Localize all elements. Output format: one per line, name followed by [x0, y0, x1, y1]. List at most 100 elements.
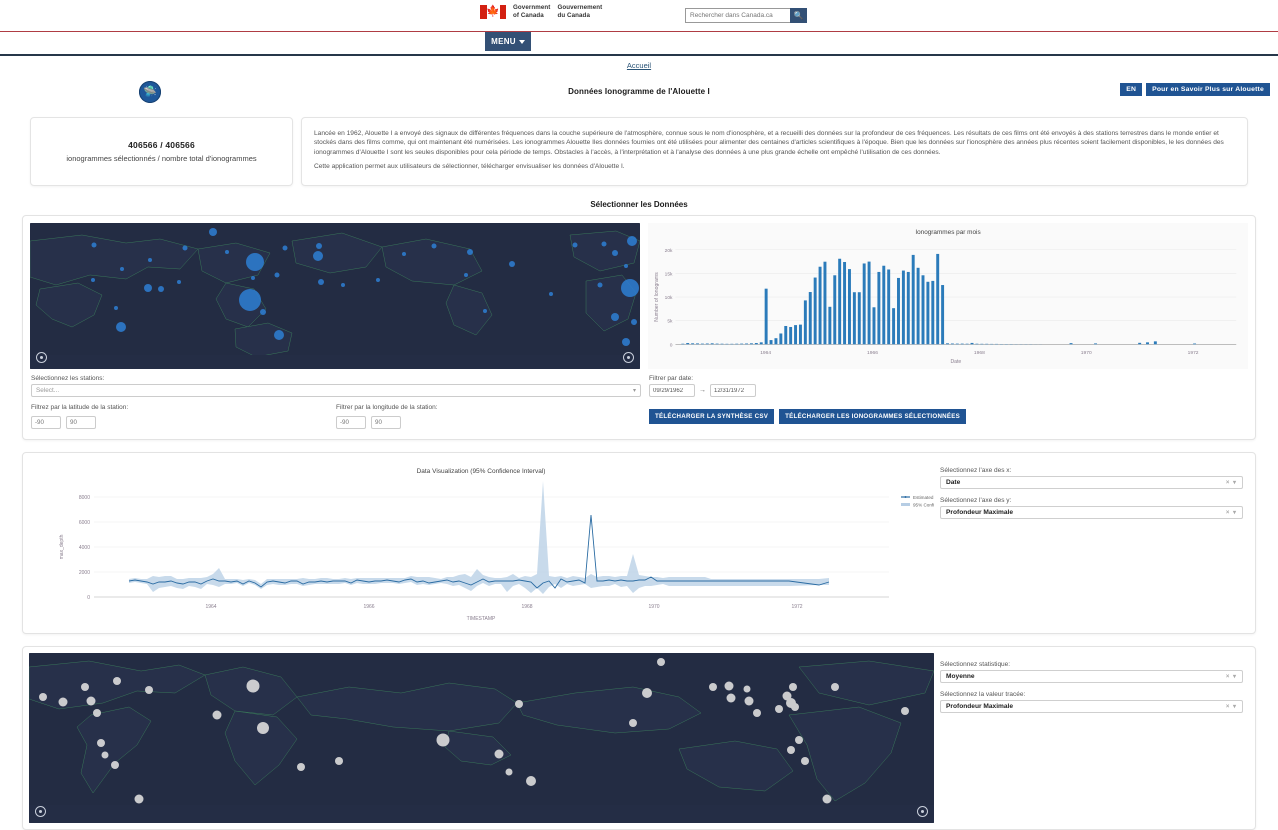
wordmark-english: Government of Canada	[513, 4, 550, 19]
chevron-down-icon: × ▾	[1226, 673, 1237, 680]
chevron-down-icon: × ▾	[1226, 479, 1237, 486]
y-axis-select[interactable]: Profondeur Maximale × ▾	[940, 506, 1243, 519]
download-ionograms-button[interactable]: TÉLÉCHARGER LES IONOGRAMMES SÉLECTIONNÉE…	[779, 409, 966, 424]
wordmark-fr-line1: Gouvernement	[557, 4, 602, 12]
longitude-min-input[interactable]	[336, 416, 366, 429]
bar-chart-y-ticks: 20k15k 10k5k 0	[665, 248, 673, 349]
map-settings-icon[interactable]	[917, 806, 928, 817]
statistics-map-svg	[29, 653, 934, 823]
wordmark-french: Gouvernement du Canada	[557, 4, 602, 19]
date-start-input[interactable]	[649, 384, 695, 397]
x-axis-select-value: Date	[946, 479, 960, 486]
bar-chart-gridlines	[675, 250, 1236, 321]
wordmark-en-line1: Government	[513, 4, 550, 12]
download-csv-button[interactable]: TÉLÉCHARGER LA SYNTHÈSE CSV	[649, 409, 774, 424]
bar-chart-svg: 20k15k 10k5k 0 19641966 19681970 1972 Da…	[648, 236, 1248, 364]
section-title-select-data: Sélectionner les Données	[0, 200, 1278, 209]
svg-text:2000: 2000	[79, 570, 90, 576]
legend-label-mean: Estimated Mean	[913, 495, 934, 500]
x-axis-select[interactable]: Date × ▾	[940, 476, 1243, 489]
page-title: Données Ionogramme de l'Alouette I	[0, 87, 1278, 96]
bar-chart-x-ticks: 19641966 19681970 1972	[760, 350, 1199, 356]
data-visualization-panel: Data Visualization (95% Confidence Inter…	[22, 452, 1256, 634]
latitude-min-input[interactable]	[31, 416, 61, 429]
statistics-map-body: Sélectionnez statistique: Moyenne × ▾ Sé…	[23, 647, 1255, 829]
station-select[interactable]: Select... ▾	[31, 384, 641, 397]
latitude-max-input[interactable]	[66, 416, 96, 429]
learn-more-button[interactable]: Pour en Savoir Plus sur Alouette	[1146, 83, 1270, 96]
search-input[interactable]	[685, 8, 790, 23]
menu-button-label: MENU	[491, 37, 516, 46]
map-settings-icon[interactable]	[623, 352, 634, 363]
traced-value-select-value: Profondeur Maximale	[946, 703, 1013, 710]
station-location-map[interactable]	[30, 223, 640, 369]
download-buttons: TÉLÉCHARGER LA SYNTHÈSE CSV TÉLÉCHARGER …	[649, 409, 1247, 424]
breadcrumb: Accueil	[0, 56, 1278, 71]
latitude-filter-label: Filtrez par la latitude de la station:	[31, 404, 336, 411]
y-axis-select-label: Sélectionnez l'axe des y:	[940, 497, 1243, 504]
station-select-value: Select...	[36, 387, 59, 394]
svg-text:5k: 5k	[667, 319, 673, 325]
chevron-down-icon: × ▾	[1226, 703, 1237, 710]
svg-text:6000: 6000	[79, 520, 90, 526]
svg-text:1964: 1964	[760, 350, 771, 356]
x-axis-select-label: Sélectionnez l'axe des x:	[940, 467, 1243, 474]
date-filter-label: Filtrer par date:	[649, 375, 1247, 382]
header-actions: EN Pour en Savoir Plus sur Alouette	[1120, 83, 1270, 96]
map-attribution-icon[interactable]	[35, 806, 46, 817]
statistics-map-controls: Sélectionnez statistique: Moyenne × ▾ Sé…	[934, 653, 1249, 823]
confidence-band	[129, 481, 829, 594]
description-card: Lancée en 1962, Alouette I a envoyé des …	[301, 117, 1248, 186]
language-toggle-button[interactable]: EN	[1120, 83, 1142, 96]
selection-visuals: Ionogrammes par mois 20k15k 10k5k 0 1964…	[23, 216, 1255, 369]
line-chart-y-axis-label: max_depth	[59, 534, 65, 559]
statistic-select[interactable]: Moyenne × ▾	[940, 670, 1243, 683]
line-chart-title: Data Visualization (95% Confidence Inter…	[417, 468, 546, 475]
statistic-select-label: Sélectionnez statistique:	[940, 661, 1243, 668]
site-search[interactable]: 🔍	[685, 8, 807, 23]
svg-text:1968: 1968	[974, 350, 985, 356]
statistics-world-map[interactable]	[29, 653, 934, 823]
statistic-select-value: Moyenne	[946, 673, 975, 680]
traced-value-select-label: Sélectionnez la valeur tracée:	[940, 691, 1243, 698]
page-title-row: 🛸 Données Ionogramme de l'Alouette I EN …	[0, 71, 1278, 117]
line-chart-gridlines	[94, 497, 889, 572]
traced-value-select[interactable]: Profondeur Maximale × ▾	[940, 700, 1243, 713]
statistics-map-panel: Sélectionnez statistique: Moyenne × ▾ Sé…	[22, 646, 1256, 830]
date-end-input[interactable]	[710, 384, 756, 397]
wordmark-fr-line2: du Canada	[557, 12, 602, 20]
chevron-down-icon: ▾	[633, 387, 636, 394]
svg-text:1966: 1966	[363, 604, 374, 610]
line-chart-x-ticks: 19641966 19681970 1972	[205, 604, 802, 610]
latitude-filter-group: Filtrez par la latitude de la station:	[31, 404, 336, 429]
search-icon[interactable]: 🔍	[790, 8, 807, 23]
svg-text:10k: 10k	[665, 295, 673, 301]
svg-text:1972: 1972	[1188, 350, 1199, 356]
breadcrumb-home-link[interactable]: Accueil	[627, 61, 651, 70]
selection-controls: Sélectionnez les stations: Select... ▾ F…	[23, 369, 1255, 439]
bar-chart-y-axis-label: Number of Ionograms	[654, 272, 660, 322]
bar-chart-x-axis-label: Date	[950, 359, 961, 364]
menu-button[interactable]: MENU	[485, 32, 531, 51]
svg-text:4000: 4000	[79, 545, 90, 551]
svg-text:1966: 1966	[867, 350, 878, 356]
longitude-max-input[interactable]	[371, 416, 401, 429]
svg-text:1964: 1964	[205, 604, 216, 610]
date-range-row: →	[649, 384, 1247, 397]
legend-label-ci: 95% Confidence Interval	[913, 502, 934, 507]
y-axis-select-value: Profondeur Maximale	[946, 509, 1013, 516]
data-selection-panel: Ionogrammes par mois 20k15k 10k5k 0 1964…	[22, 215, 1256, 440]
svg-text:0: 0	[670, 342, 673, 348]
line-chart-x-axis-label: TIMESTAMP	[467, 616, 496, 622]
line-chart-svg: Data Visualization (95% Confidence Inter…	[29, 459, 934, 624]
summary-cards: 406566 / 406566 ionogrammes sélectionnés…	[0, 117, 1278, 186]
map-attribution-icon[interactable]	[36, 352, 47, 363]
government-header: 🍁 Government of Canada Gouvernement du C…	[0, 0, 1278, 31]
ionogram-count-card: 406566 / 406566 ionogrammes sélectionnés…	[30, 117, 293, 186]
chevron-down-icon	[519, 40, 525, 44]
ionogram-count-value: 406566 / 406566	[41, 140, 282, 150]
svg-text:20k: 20k	[665, 248, 673, 254]
station-map-svg	[30, 223, 640, 369]
goc-brand: 🍁 Government of Canada Gouvernement du C…	[480, 4, 602, 19]
confidence-interval-chart: Data Visualization (95% Confidence Inter…	[29, 459, 934, 627]
